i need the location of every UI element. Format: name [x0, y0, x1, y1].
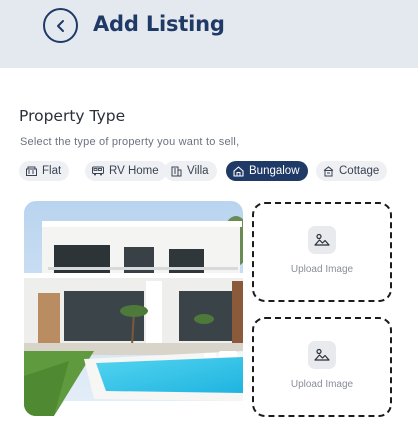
chip-label: Villa	[187, 165, 209, 177]
property-type-selector: Flat RV Home Villa Bungalow Cottage	[19, 161, 414, 181]
chip-villa[interactable]: Villa	[164, 161, 217, 181]
property-photo[interactable]	[24, 201, 243, 416]
rv-icon	[92, 166, 104, 176]
section-title: Property Type	[19, 107, 126, 125]
page-title: Add Listing	[93, 12, 225, 36]
main-content: Property Type Select the type of propert…	[0, 68, 418, 429]
chip-rv-home[interactable]: RV Home	[85, 161, 167, 181]
chip-label: Bungalow	[249, 165, 300, 177]
building-icon	[26, 166, 37, 176]
property-photo-image	[24, 201, 243, 416]
chip-bungalow[interactable]: Bungalow	[226, 161, 308, 181]
chip-label: Cottage	[339, 165, 380, 177]
back-button[interactable]	[43, 8, 78, 43]
villa-icon	[171, 166, 182, 176]
upload-image-slot[interactable]: Upload Image	[252, 317, 392, 417]
upload-label: Upload Image	[290, 264, 354, 275]
upload-image-slot[interactable]: Upload Image	[252, 202, 392, 302]
app-header: Add Listing	[0, 0, 418, 68]
image-icon	[314, 233, 330, 246]
chip-label: RV Home	[109, 165, 159, 177]
cottage-icon	[323, 165, 334, 176]
chip-label: Flat	[42, 165, 62, 177]
chip-flat[interactable]: Flat	[19, 161, 70, 181]
upload-label: Upload Image	[290, 379, 354, 390]
image-icon-wrap	[308, 226, 336, 254]
image-icon-wrap	[308, 341, 336, 369]
image-icon	[314, 348, 330, 361]
chip-cottage[interactable]: Cottage	[316, 161, 388, 181]
home-icon	[233, 165, 244, 177]
chevron-left-icon	[56, 19, 64, 32]
section-subtitle: Select the type of property you want to …	[20, 136, 240, 148]
